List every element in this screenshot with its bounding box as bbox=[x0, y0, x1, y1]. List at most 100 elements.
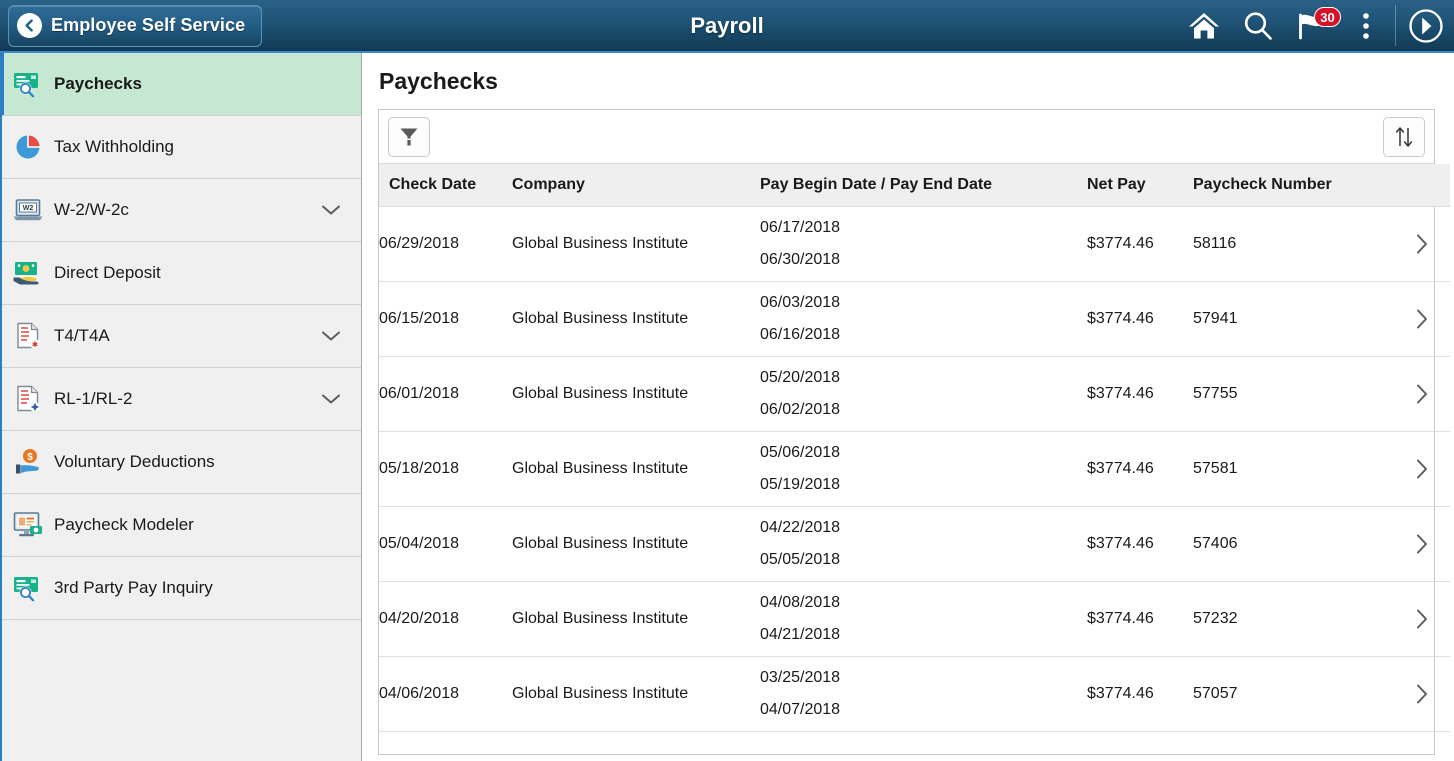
cell-company: Global Business Institute bbox=[512, 581, 760, 657]
sidebar-item-t4-t4a[interactable]: T4/T4A bbox=[2, 305, 361, 368]
navigation-sidebar[interactable]: Paychecks Tax Withholding W2 W-2/W-2c Di… bbox=[0, 53, 362, 761]
row-chevron-right-icon[interactable] bbox=[1394, 656, 1450, 732]
cell-pay-end-date: 05/19/2018 bbox=[760, 476, 841, 493]
cell-check-date: 04/20/2018 bbox=[379, 581, 512, 657]
cell-pay-dates: 05/06/2018 05/19/2018 bbox=[760, 431, 1087, 507]
chevron-down-icon[interactable] bbox=[321, 393, 341, 405]
cell-pay-dates: 04/22/2018 05/05/2018 bbox=[760, 506, 1087, 582]
cell-company: Global Business Institute bbox=[512, 506, 760, 582]
sidebar-item-label: Paychecks bbox=[54, 74, 142, 93]
notifications-flag-icon[interactable]: 30 bbox=[1285, 0, 1341, 52]
sidebar-item-direct-deposit[interactable]: Direct Deposit bbox=[2, 242, 361, 305]
cell-pay-begin-date: 06/17/2018 bbox=[760, 219, 841, 236]
cell-company: Global Business Institute bbox=[512, 206, 760, 282]
cell-net-pay: $3774.46 bbox=[1087, 356, 1193, 432]
cell-pay-dates: 05/20/2018 06/02/2018 bbox=[760, 356, 1087, 432]
cell-pay-begin-date: 05/20/2018 bbox=[760, 369, 841, 386]
sidebar-item-paycheck-modeler[interactable]: Paycheck Modeler bbox=[2, 494, 361, 557]
app-header: Employee Self Service Payroll 30 bbox=[0, 0, 1454, 53]
cell-paycheck-number: 57057 bbox=[1193, 656, 1394, 732]
paychecks-table: Check Date Company Pay Begin Date / Pay … bbox=[379, 164, 1450, 732]
row-chevron-right-icon[interactable] bbox=[1394, 506, 1450, 582]
sidebar-item-label: Direct Deposit bbox=[54, 263, 161, 282]
cell-net-pay: $3774.46 bbox=[1087, 281, 1193, 357]
table-row[interactable]: 05/04/2018 Global Business Institute 04/… bbox=[379, 506, 1450, 582]
row-chevron-right-icon[interactable] bbox=[1394, 581, 1450, 657]
paychecks-panel: Check Date Company Pay Begin Date / Pay … bbox=[378, 109, 1450, 755]
cell-net-pay: $3774.46 bbox=[1087, 656, 1193, 732]
cell-net-pay: $3774.46 bbox=[1087, 581, 1193, 657]
column-header-net-pay[interactable]: Net Pay bbox=[1087, 164, 1193, 207]
cell-pay-end-date: 04/21/2018 bbox=[760, 626, 841, 643]
cell-check-date: 05/04/2018 bbox=[379, 506, 512, 582]
sidebar-item-label: Tax Withholding bbox=[54, 137, 175, 156]
table-row[interactable]: 06/29/2018 Global Business Institute 06/… bbox=[379, 206, 1450, 282]
cell-pay-end-date: 05/05/2018 bbox=[760, 551, 841, 568]
back-button-label: Employee Self Service bbox=[51, 15, 246, 35]
kebab-menu-icon[interactable] bbox=[1339, 0, 1393, 52]
sidebar-item-label: W-2/W-2c bbox=[54, 200, 129, 219]
filter-funnel-icon bbox=[399, 126, 419, 148]
cell-pay-end-date: 04/07/2018 bbox=[760, 701, 841, 718]
sidebar-item-rl1-rl2[interactable]: RL-1/RL-2 bbox=[2, 368, 361, 431]
table-body: 06/29/2018 Global Business Institute 06/… bbox=[379, 206, 1450, 732]
row-chevron-right-icon[interactable] bbox=[1394, 431, 1450, 507]
column-header-check-date[interactable]: Check Date bbox=[379, 164, 512, 207]
back-to-employee-self-service-button[interactable]: Employee Self Service bbox=[8, 4, 263, 47]
sidebar-item-tax-withholding[interactable]: Tax Withholding bbox=[2, 116, 361, 179]
cell-pay-end-date: 06/16/2018 bbox=[760, 326, 841, 343]
hand-coin-icon: $ bbox=[10, 444, 46, 480]
cell-pay-begin-date: 06/03/2018 bbox=[760, 294, 841, 311]
column-header-company[interactable]: Company bbox=[512, 164, 760, 207]
table-header-row: Check Date Company Pay Begin Date / Pay … bbox=[379, 164, 1450, 207]
table-row[interactable]: 06/01/2018 Global Business Institute 05/… bbox=[379, 356, 1450, 432]
table-row[interactable]: 04/06/2018 Global Business Institute 03/… bbox=[379, 656, 1450, 732]
cell-paycheck-number: 57232 bbox=[1193, 581, 1394, 657]
table-row[interactable]: 06/15/2018 Global Business Institute 06/… bbox=[379, 281, 1450, 357]
cell-net-pay: $3774.46 bbox=[1087, 506, 1193, 582]
cell-pay-end-date: 06/30/2018 bbox=[760, 251, 841, 268]
sidebar-item-label: Paycheck Modeler bbox=[54, 515, 194, 534]
row-chevron-right-icon[interactable] bbox=[1394, 356, 1450, 432]
sidebar-item-3rd-party-pay-inquiry[interactable]: 3rd Party Pay Inquiry bbox=[2, 557, 361, 620]
rl1-document-icon bbox=[10, 381, 46, 417]
home-icon[interactable] bbox=[1177, 0, 1231, 52]
sidebar-item-label: T4/T4A bbox=[54, 326, 110, 345]
column-header-actions bbox=[1394, 164, 1450, 207]
sidebar-item-label: 3rd Party Pay Inquiry bbox=[54, 578, 213, 597]
pie-chart-icon bbox=[10, 129, 46, 165]
cell-company: Global Business Institute bbox=[512, 281, 760, 357]
row-chevron-right-icon[interactable] bbox=[1394, 281, 1450, 357]
filter-button[interactable] bbox=[388, 116, 430, 157]
cell-pay-begin-date: 04/08/2018 bbox=[760, 594, 841, 611]
cell-company: Global Business Institute bbox=[512, 431, 760, 507]
cell-pay-dates: 03/25/2018 04/07/2018 bbox=[760, 656, 1087, 732]
cell-paycheck-number: 57406 bbox=[1193, 506, 1394, 582]
sidebar-item-w2-w2c[interactable]: W2 W-2/W-2c bbox=[2, 179, 361, 242]
cell-pay-begin-date: 03/25/2018 bbox=[760, 669, 841, 686]
cell-paycheck-number: 57755 bbox=[1193, 356, 1394, 432]
table-row[interactable]: 05/18/2018 Global Business Institute 05/… bbox=[379, 431, 1450, 507]
cell-check-date: 05/18/2018 bbox=[379, 431, 512, 507]
cell-paycheck-number: 57581 bbox=[1193, 431, 1394, 507]
column-header-pay-dates[interactable]: Pay Begin Date / Pay End Date bbox=[760, 164, 1087, 207]
navigator-compass-icon[interactable] bbox=[1398, 0, 1454, 52]
grid-toolbar bbox=[379, 110, 1434, 164]
sidebar-item-paychecks[interactable]: Paychecks bbox=[2, 53, 361, 116]
cell-check-date: 06/01/2018 bbox=[379, 356, 512, 432]
sidebar-item-voluntary-deductions[interactable]: $ Voluntary Deductions bbox=[2, 431, 361, 494]
page-title: Paychecks bbox=[379, 68, 498, 94]
sort-button[interactable] bbox=[1383, 116, 1425, 157]
table-row[interactable]: 04/20/2018 Global Business Institute 04/… bbox=[379, 581, 1450, 657]
chevron-down-icon[interactable] bbox=[321, 204, 341, 216]
money-hand-icon bbox=[10, 255, 46, 291]
search-icon[interactable] bbox=[1231, 0, 1285, 52]
row-chevron-right-icon[interactable] bbox=[1394, 206, 1450, 282]
cell-check-date: 04/06/2018 bbox=[379, 656, 512, 732]
chevron-down-icon[interactable] bbox=[321, 330, 341, 342]
cell-check-date: 06/29/2018 bbox=[379, 206, 512, 282]
sidebar-item-label: Voluntary Deductions bbox=[54, 452, 215, 471]
column-header-paycheck-number[interactable]: Paycheck Number bbox=[1193, 164, 1394, 207]
cell-paycheck-number: 58116 bbox=[1193, 206, 1394, 282]
notification-count-badge: 30 bbox=[1314, 7, 1341, 27]
